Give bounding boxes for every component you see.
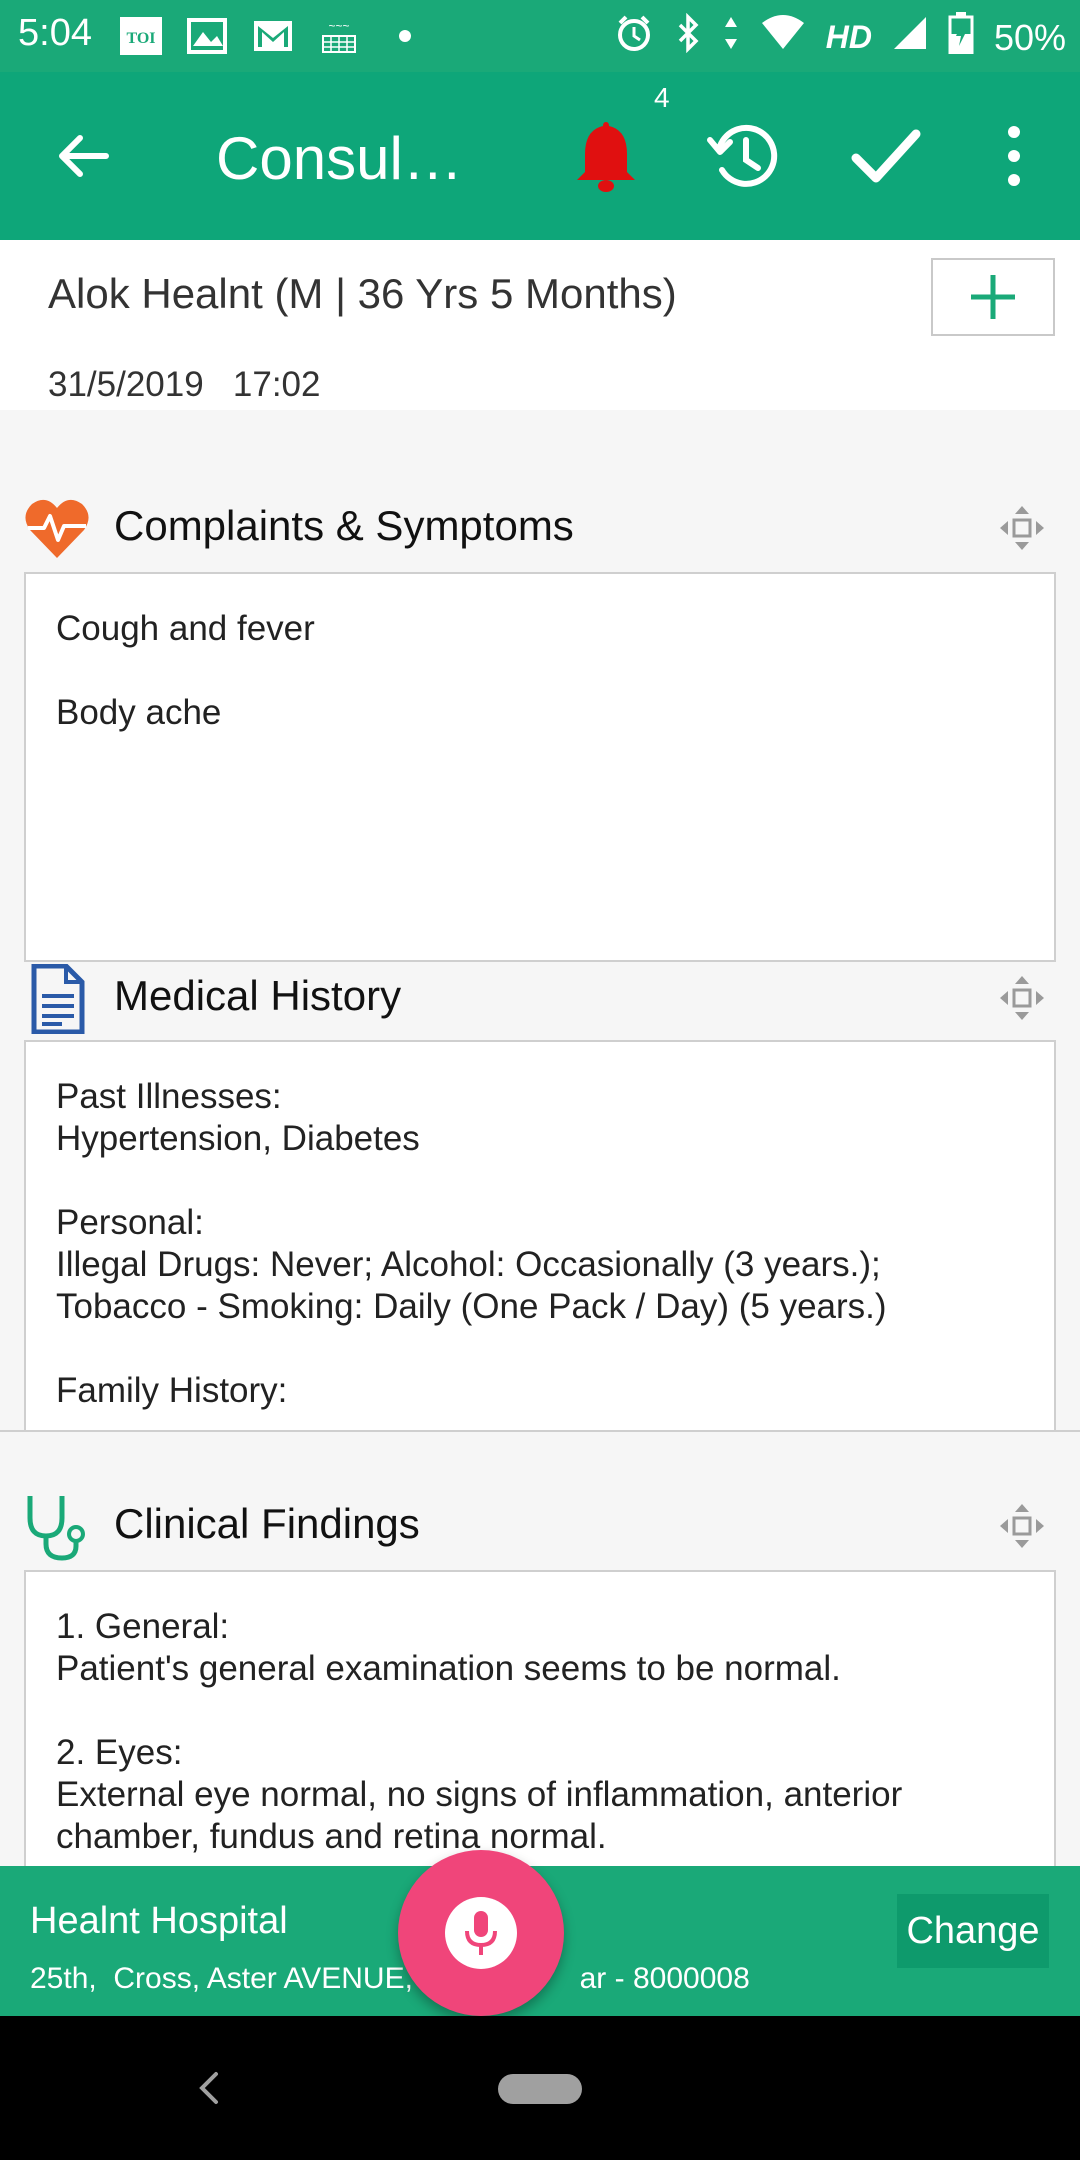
history-text: Past Illnesses: Hypertension, Diabetes P… bbox=[56, 1077, 887, 1410]
wifi-icon bbox=[760, 13, 806, 62]
hospital-name: Healnt Hospital bbox=[30, 1900, 288, 1942]
complaints-text: Cough and fever Body ache bbox=[56, 609, 315, 732]
consult-date: 31/5/2019 bbox=[48, 365, 204, 404]
move-handle-icon[interactable] bbox=[998, 974, 1046, 1022]
notifications-button[interactable] bbox=[558, 108, 654, 204]
status-time: 5:04 bbox=[18, 12, 92, 54]
status-right: HD 50% bbox=[614, 12, 1066, 63]
toi-icon: TOI bbox=[118, 14, 164, 58]
bell-icon bbox=[577, 122, 635, 192]
network-type: HD bbox=[825, 19, 872, 55]
microphone-icon bbox=[465, 1911, 497, 1955]
svg-text:~~~: ~~~ bbox=[328, 19, 349, 33]
clinical-section-header: Clinical Findings bbox=[0, 1476, 1080, 1576]
save-button[interactable] bbox=[838, 108, 934, 204]
signal-icon bbox=[892, 13, 928, 62]
nav-back-icon bbox=[199, 2072, 218, 2104]
patient-name: Alok Healnt (M | 36 Yrs 5 Months) bbox=[48, 270, 677, 317]
nav-back-button[interactable] bbox=[190, 2066, 230, 2110]
checkmark-icon bbox=[851, 129, 921, 183]
heart-pulse-icon bbox=[22, 494, 92, 564]
page-title: Consul… bbox=[216, 125, 463, 192]
system-nav-bar bbox=[0, 2016, 1080, 2160]
data-arrows-icon bbox=[722, 13, 740, 62]
dot-icon bbox=[382, 14, 428, 58]
consult-datetime: 31/5/2019 17:02 bbox=[48, 365, 321, 405]
battery-icon bbox=[948, 12, 974, 63]
amazon-icon: ~~~ bbox=[316, 14, 362, 58]
patient-header: Alok Healnt (M | 36 Yrs 5 Months) 31/5/2… bbox=[0, 240, 1080, 410]
more-vert-icon bbox=[1008, 126, 1020, 186]
gmail-icon bbox=[250, 14, 296, 58]
plus-icon bbox=[971, 275, 1015, 319]
nav-home-pill[interactable] bbox=[498, 2074, 582, 2104]
back-button[interactable] bbox=[48, 120, 120, 192]
status-bar: 5:04 TOI ~~~ HD 50% bbox=[0, 0, 1080, 72]
clinical-text-area[interactable]: 1. General: Patient's general examinatio… bbox=[24, 1570, 1056, 1890]
change-hospital-button[interactable]: Change bbox=[897, 1894, 1049, 1968]
alarm-icon bbox=[614, 13, 654, 62]
hospital-address: 25th, Cross, Aster AVENUE, ar - 8000008 bbox=[30, 1962, 750, 1995]
history-clock-icon bbox=[707, 124, 778, 187]
complaints-text-area[interactable]: Cough and fever Body ache bbox=[24, 572, 1056, 962]
history-button[interactable] bbox=[696, 108, 792, 204]
complaints-title: Complaints & Symptoms bbox=[114, 502, 574, 549]
gallery-icon bbox=[184, 14, 230, 58]
overflow-menu-button[interactable] bbox=[966, 108, 1062, 204]
move-handle-icon[interactable] bbox=[998, 1502, 1046, 1550]
app-toolbar: Consul… 4 bbox=[0, 72, 1080, 240]
fab-inner bbox=[445, 1897, 517, 1969]
add-button[interactable] bbox=[931, 258, 1055, 336]
clinical-title: Clinical Findings bbox=[114, 1500, 420, 1547]
document-icon bbox=[22, 963, 92, 1035]
stethoscope-icon bbox=[22, 1492, 92, 1562]
history-section-header: Medical History bbox=[0, 948, 1080, 1048]
history-text-area[interactable]: Past Illnesses: Hypertension, Diabetes P… bbox=[24, 1040, 1056, 1432]
consult-time: 17:02 bbox=[232, 365, 321, 404]
notification-count-badge: 4 bbox=[654, 82, 670, 113]
svg-text:TOI: TOI bbox=[126, 30, 155, 47]
back-arrow-icon bbox=[59, 135, 109, 177]
complaints-section-header: Complaints & Symptoms bbox=[0, 478, 1080, 578]
notification-icons: TOI ~~~ bbox=[118, 14, 428, 58]
section-divider bbox=[0, 1430, 1080, 1432]
voice-input-button[interactable] bbox=[398, 1850, 564, 2016]
battery-percent: 50% bbox=[993, 16, 1066, 58]
clinical-text: 1. General: Patient's general examinatio… bbox=[56, 1607, 903, 1856]
history-title: Medical History bbox=[114, 972, 402, 1019]
bluetooth-icon bbox=[674, 12, 702, 62]
move-handle-icon[interactable] bbox=[998, 504, 1046, 552]
